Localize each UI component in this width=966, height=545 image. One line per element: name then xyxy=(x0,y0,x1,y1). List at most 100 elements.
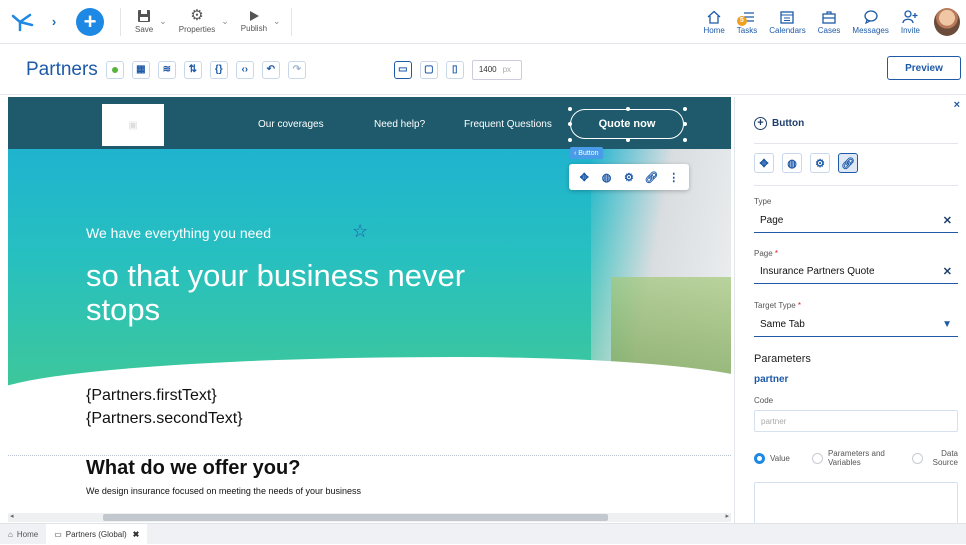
parameter-name: partner xyxy=(754,374,789,385)
tasks-nav-button[interactable]: 5 Tasks xyxy=(731,10,763,35)
redo-button[interactable]: ↷ xyxy=(287,60,306,79)
mobile-view-button[interactable]: ▯ xyxy=(445,60,464,79)
clear-icon[interactable]: ✕ xyxy=(943,214,952,227)
tab-settings[interactable]: ⚙ xyxy=(810,153,830,173)
tab-style[interactable]: ◍ xyxy=(782,153,802,173)
quote-now-button[interactable]: Quote now xyxy=(570,109,684,139)
target-type-value: Same Tab xyxy=(760,319,805,330)
global-nav: Home 5 Tasks Calendars Cases Messages In… xyxy=(697,0,926,44)
properties-dropdown-chevron-icon[interactable]: ⌄ xyxy=(221,16,229,27)
type-select[interactable]: Page ✕ xyxy=(754,209,958,233)
user-avatar[interactable] xyxy=(934,8,960,36)
publish-button[interactable]: Publish xyxy=(233,0,275,44)
selection-handle[interactable] xyxy=(683,107,687,111)
star-icon[interactable]: ☆ xyxy=(352,221,368,242)
move-icon[interactable]: ✥ xyxy=(575,168,593,186)
clear-icon[interactable]: ✕ xyxy=(943,265,952,278)
value-textarea[interactable] xyxy=(754,482,958,526)
code-braces-button[interactable]: {} xyxy=(209,60,228,79)
second-text-variable[interactable]: {Partners.secondText} xyxy=(86,410,243,428)
expand-chevron-icon[interactable]: › xyxy=(44,0,64,44)
sort-button[interactable]: ⇅ xyxy=(183,60,202,79)
cases-nav-button[interactable]: Cases xyxy=(812,10,847,35)
scroll-left-icon[interactable]: ◂ xyxy=(10,512,14,520)
home-label: Home xyxy=(703,25,725,35)
tab-link[interactable]: 🔗︎ xyxy=(838,153,858,173)
radio-parameters-variables[interactable]: Parameters and Variables xyxy=(811,449,890,467)
app-logo-icon[interactable] xyxy=(0,0,44,44)
tab-partners[interactable]: ▭ Partners (Global) ✖ xyxy=(46,523,148,545)
selection-handle[interactable] xyxy=(568,107,572,111)
palette-icon[interactable]: ◍ xyxy=(598,168,616,186)
components-button[interactable]: ▦ xyxy=(131,60,150,79)
more-vertical-icon[interactable]: ⋮ xyxy=(665,168,683,186)
site-logo-placeholder[interactable]: ▣ xyxy=(102,104,164,146)
undo-button[interactable]: ↶ xyxy=(261,60,280,79)
radio-value[interactable]: Value xyxy=(754,449,790,467)
section-title[interactable]: What do we offer you? xyxy=(86,457,300,480)
selection-handle[interactable] xyxy=(683,122,687,126)
calendars-label: Calendars xyxy=(769,25,806,35)
hero-subtitle[interactable]: We have everything you need xyxy=(86,225,271,241)
save-button[interactable]: Save xyxy=(127,0,161,44)
properties-button[interactable]: ⚙ Properties xyxy=(171,0,223,44)
tasks-label: Tasks xyxy=(736,25,758,35)
chevron-down-icon[interactable]: ▼ xyxy=(942,319,952,330)
first-text-variable[interactable]: {Partners.firstText} xyxy=(86,387,217,405)
selection-handle[interactable] xyxy=(683,138,687,142)
data-button[interactable]: ≋ xyxy=(157,60,176,79)
scroll-right-icon[interactable]: ▸ xyxy=(725,512,729,520)
publish-dropdown-chevron-icon[interactable]: ⌄ xyxy=(273,16,281,27)
home-nav-button[interactable]: Home xyxy=(697,10,730,35)
selection-handle[interactable] xyxy=(568,122,572,126)
html-code-button[interactable]: ‹› xyxy=(235,60,254,79)
save-dropdown-chevron-icon[interactable]: ⌄ xyxy=(159,16,167,27)
selection-handle[interactable] xyxy=(626,107,630,111)
selection-label[interactable]: ‹ Button xyxy=(570,147,603,159)
publish-label: Publish xyxy=(240,24,268,33)
calendars-nav-button[interactable]: Calendars xyxy=(763,10,811,35)
close-tab-icon[interactable]: ✖ xyxy=(133,530,140,539)
section-divider xyxy=(8,455,731,456)
nav-link-faq[interactable]: Frequent Questions xyxy=(464,119,552,130)
status-indicator[interactable] xyxy=(105,60,124,79)
settings-icon[interactable]: ⚙ xyxy=(620,168,638,186)
canvas-width-unit: px xyxy=(502,65,512,74)
parameters-heading: Parameters xyxy=(754,353,811,365)
tab-home[interactable]: ⌂ Home xyxy=(0,524,46,545)
tablet-view-button[interactable]: ▢ xyxy=(419,60,438,79)
invite-nav-button[interactable]: Invite xyxy=(895,9,926,35)
page-value: Insurance Partners Quote xyxy=(760,266,875,277)
selection-handle[interactable] xyxy=(568,138,572,142)
hero-title[interactable]: so that your business never stops xyxy=(86,259,486,327)
design-canvas[interactable]: ▣ Our coverages Need help? Frequent Ques… xyxy=(8,97,731,513)
selection-handle[interactable] xyxy=(626,138,630,142)
target-type-select[interactable]: Same Tab ▼ xyxy=(754,313,958,337)
scrollbar-thumb[interactable] xyxy=(103,514,608,521)
canvas-horizontal-scrollbar[interactable]: ◂ ▸ xyxy=(8,513,731,522)
close-icon[interactable]: × xyxy=(954,99,960,111)
code-input[interactable]: partner xyxy=(754,410,958,432)
nav-link-coverages[interactable]: Our coverages xyxy=(258,119,324,130)
properties-label: Properties xyxy=(178,25,216,34)
braces-icon: {} xyxy=(214,64,223,75)
toolbar-divider xyxy=(120,7,121,36)
page-label: Page * xyxy=(754,249,778,258)
calendar-icon xyxy=(780,10,795,24)
canvas-width-input[interactable]: 1400 px xyxy=(471,59,522,80)
link-icon[interactable]: 🔗︎ xyxy=(642,168,660,186)
radio-data-source[interactable]: Data Source xyxy=(912,449,958,467)
nav-link-help[interactable]: Need help? xyxy=(374,119,425,130)
messages-nav-button[interactable]: Messages xyxy=(846,9,894,35)
type-label: Type xyxy=(754,197,772,206)
tab-position[interactable]: ✥ xyxy=(754,153,774,173)
desktop-view-button[interactable]: ▭ xyxy=(393,60,412,79)
sort-icon: ⇅ xyxy=(188,64,197,75)
properties-panel: × + Button ✥ ◍ ⚙ 🔗︎ Type Page ✕ Page * I… xyxy=(734,97,966,526)
page-select[interactable]: Insurance Partners Quote ✕ xyxy=(754,260,958,284)
add-button[interactable]: + xyxy=(76,7,104,36)
section-text[interactable]: We design insurance focused on meeting t… xyxy=(86,486,361,496)
page-icon: ▭ xyxy=(54,529,62,539)
site-navbar[interactable]: ▣ Our coverages Need help? Frequent Ques… xyxy=(8,97,731,149)
preview-button[interactable]: Preview xyxy=(887,56,961,80)
